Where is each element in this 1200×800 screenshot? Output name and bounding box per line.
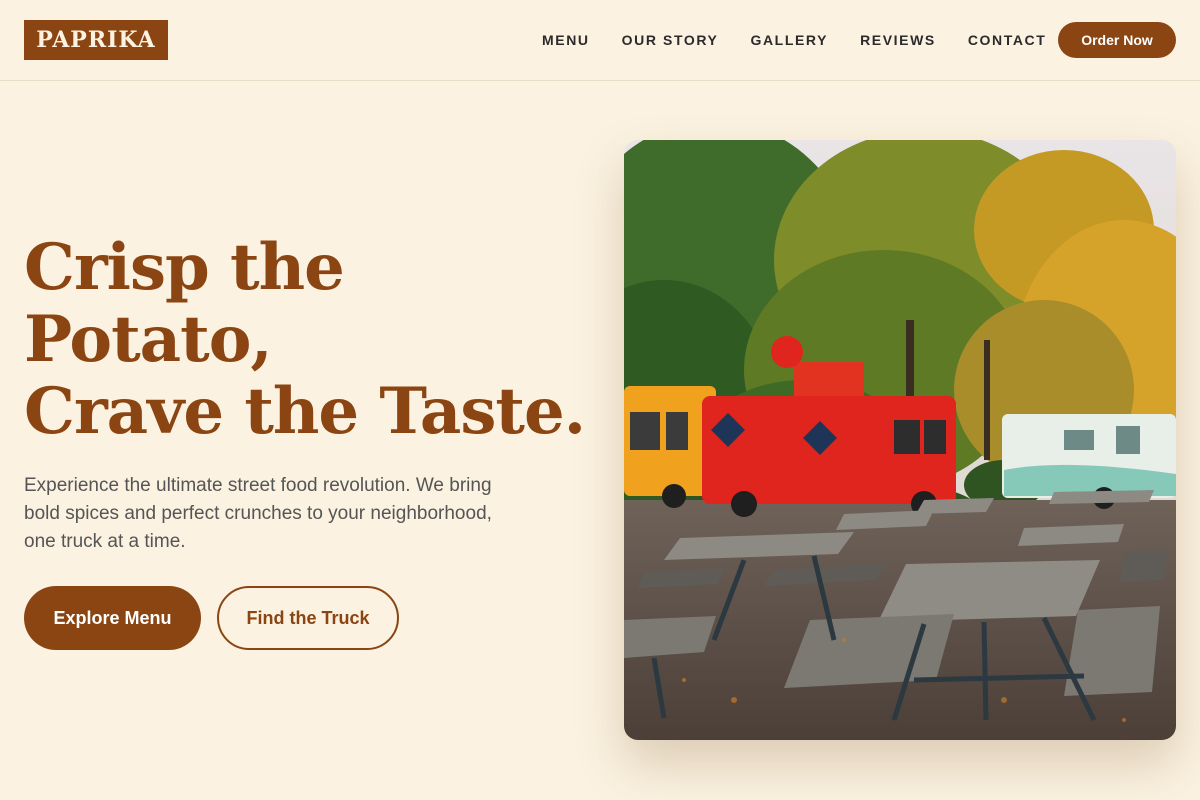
food-trucks-park-illustration: [624, 140, 1176, 740]
order-now-button[interactable]: Order Now: [1058, 22, 1176, 58]
nav-link-gallery[interactable]: GALLERY: [750, 31, 828, 49]
headline-line-2: Potato,: [24, 302, 273, 377]
brand-logo[interactable]: PAPRIKA: [24, 20, 168, 60]
hero-headline: Crisp the Potato, Crave the Taste.: [24, 232, 604, 448]
nav-link-our-story[interactable]: OUR STORY: [622, 31, 719, 49]
hero-description: Experience the ultimate street food revo…: [24, 475, 492, 552]
nav-link-menu[interactable]: MENU: [542, 31, 590, 49]
hero-photo: [624, 140, 1176, 740]
find-the-truck-button[interactable]: Find the Truck: [217, 586, 399, 650]
nav-links: MENU OUR STORY GALLERY REVIEWS CONTACT: [542, 31, 1078, 49]
top-navigation: PAPRIKA MENU OUR STORY GALLERY REVIEWS C…: [0, 0, 1200, 81]
explore-menu-button[interactable]: Explore Menu: [24, 586, 201, 650]
nav-link-reviews[interactable]: REVIEWS: [860, 31, 936, 49]
headline-line-3: Crave the Taste.: [24, 374, 586, 449]
headline-line-1: Crisp the: [24, 230, 345, 305]
nav-link-contact[interactable]: CONTACT: [968, 31, 1047, 49]
